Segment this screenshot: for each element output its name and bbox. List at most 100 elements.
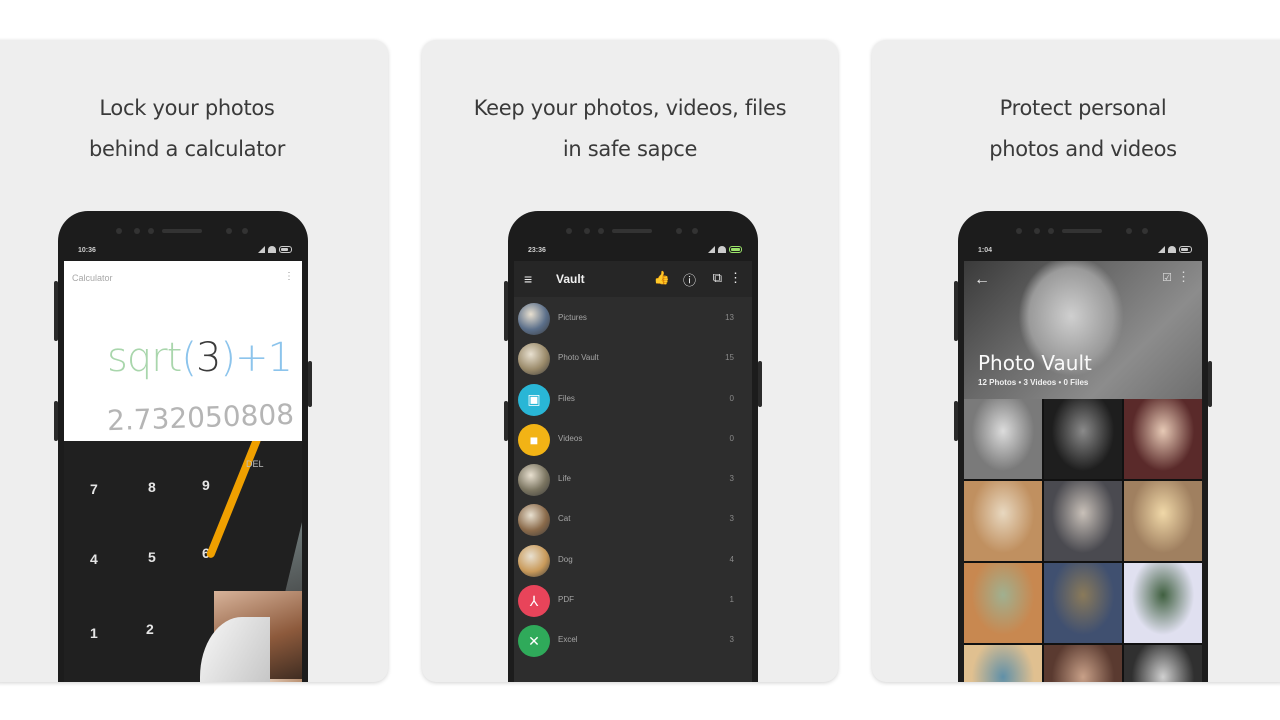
folder-count: 0 <box>729 393 734 403</box>
folder-row-life[interactable]: Life 3 <box>514 460 752 500</box>
status-bar: 23:36 <box>514 241 752 261</box>
status-time: 23:36 <box>528 247 546 254</box>
key-4[interactable]: 4 <box>90 551 98 567</box>
calculator-screen: 7 8 9 4 5 6 1 2 DEL Calculator ⋮ sqrt(3)… <box>64 261 302 682</box>
phone-earpiece <box>958 227 1208 235</box>
key-1[interactable]: 1 <box>90 625 98 641</box>
phone-side-button <box>954 281 958 341</box>
status-bar: 10:36 <box>64 241 302 261</box>
folder-row-files[interactable]: ▣ Files 0 <box>514 380 752 420</box>
caption-line-2: photos and videos <box>989 137 1177 161</box>
photo-thumbnail[interactable] <box>1124 399 1202 479</box>
phone-earpiece <box>508 227 758 235</box>
folder-row-pdf[interactable]: ⅄ PDF 1 <box>514 581 752 621</box>
folder-count: 3 <box>729 474 734 484</box>
album-cover: ← ☑ ⋮ Photo Vault 12 Photos • 3 Videos •… <box>964 261 1202 399</box>
photo-thumbnail[interactable] <box>964 399 1042 479</box>
key-8[interactable]: 8 <box>148 479 156 495</box>
delete-key[interactable]: DEL <box>246 459 264 469</box>
feature-card-calculator: Lock your photos behind a calculator 10:… <box>0 40 388 682</box>
folder-label: Pictures <box>558 313 587 322</box>
folder-label: PDF <box>558 595 574 605</box>
card-caption: Lock your photos behind a calculator <box>0 88 388 170</box>
caption-line-2: in safe sapce <box>562 137 698 161</box>
caption-line-1: Protect personal <box>999 96 1167 120</box>
photo-thumbnail[interactable] <box>1124 645 1202 682</box>
phone-side-button <box>954 401 958 441</box>
folder-label: Dog <box>558 554 573 564</box>
app-toolbar: ≡ Vault 👍 ⓘ ⧉ ⋮ <box>514 261 752 297</box>
photo-thumbnail[interactable] <box>1044 563 1122 643</box>
expr-paren: ( <box>181 335 197 381</box>
card-caption: Protect personal photos and videos <box>872 88 1280 170</box>
photo-thumbnail[interactable] <box>1044 645 1122 682</box>
phone-side-button <box>504 401 508 441</box>
overflow-menu-icon[interactable]: ⋮ <box>729 270 742 286</box>
video-icon: ■ <box>518 423 550 456</box>
status-bar: 1:04 <box>964 241 1202 261</box>
signal-icon <box>708 246 715 253</box>
thumbs-up-icon[interactable]: 👍 <box>654 270 670 286</box>
folder-count: 1 <box>729 595 734 605</box>
key-7[interactable]: 7 <box>90 481 98 497</box>
folder-count: 13 <box>725 313 734 322</box>
album-screen: ← ☑ ⋮ Photo Vault 12 Photos • 3 Videos •… <box>964 261 1202 682</box>
folder-count: 4 <box>729 554 734 564</box>
photo-thumbnail[interactable] <box>1124 563 1202 643</box>
hamburger-menu-icon[interactable]: ≡ <box>524 271 532 287</box>
expr-function: sqrt <box>107 335 182 381</box>
folder-list: Pictures 13 Photo Vault 15 ▣ Files 0 ■ Videos 0 Li… <box>514 299 752 662</box>
feature-card-photo-vault: Protect personal photos and videos 1:04 … <box>872 40 1280 682</box>
phone-side-button <box>54 401 58 441</box>
edit-icon[interactable]: ☑ <box>1162 271 1172 284</box>
caption-line-1: Lock your photos <box>99 96 275 120</box>
overflow-menu-icon[interactable]: ⋮ <box>1177 269 1190 285</box>
signal-icon <box>258 246 265 253</box>
folder-label: Files <box>558 393 575 403</box>
key-2[interactable]: 2 <box>146 621 154 637</box>
folder-row-videos[interactable]: ■ Videos 0 <box>514 420 752 460</box>
album-title: Photo Vault <box>978 351 1092 375</box>
folder-row-excel[interactable]: ✕ Excel 3 <box>514 621 752 661</box>
photo-thumbnail[interactable] <box>1124 481 1202 561</box>
back-arrow-icon[interactable]: ← <box>974 271 990 289</box>
folder-row-pictures[interactable]: Pictures 13 <box>514 299 752 339</box>
wifi-icon <box>718 246 726 253</box>
expr-paren: ) <box>220 335 236 381</box>
folder-label: Cat <box>558 514 571 524</box>
photo-thumbnail[interactable] <box>1044 481 1122 561</box>
expr-operator: +1 <box>235 335 293 381</box>
phone-mockup: 23:36 ≡ Vault 👍 ⓘ ⧉ ⋮ Pictures 13 Photo Va… <box>504 211 762 682</box>
folder-row-dog[interactable]: Dog 4 <box>514 541 752 581</box>
folder-thumbnail <box>518 544 550 577</box>
key-9[interactable]: 9 <box>202 477 210 493</box>
expression-display: sqrt(3)+1 <box>107 335 293 381</box>
folder-thumbnail <box>518 303 550 335</box>
phone-side-button <box>308 361 312 407</box>
folder-row-photo-vault[interactable]: Photo Vault 15 <box>514 339 752 379</box>
key-5[interactable]: 5 <box>148 549 156 565</box>
phone-earpiece <box>58 227 308 235</box>
folder-icon: ▣ <box>518 383 550 416</box>
wifi-icon <box>268 246 276 253</box>
folder-count: 3 <box>729 635 734 645</box>
photo-thumbnail[interactable] <box>1044 399 1122 479</box>
import-icon[interactable]: ⧉ <box>713 270 722 286</box>
pdf-icon: ⅄ <box>518 585 550 618</box>
app-title: Calculator <box>72 273 113 283</box>
photo-thumbnail[interactable] <box>964 645 1042 682</box>
photo-grid <box>964 399 1202 682</box>
photo-thumbnail[interactable] <box>964 563 1042 643</box>
folder-row-cat[interactable]: Cat 3 <box>514 500 752 540</box>
battery-icon <box>729 246 742 253</box>
vault-screen: ≡ Vault 👍 ⓘ ⧉ ⋮ Pictures 13 Photo Vault 15 ▣… <box>514 261 752 682</box>
calculator-display: Calculator ⋮ sqrt(3)+1 2.732050808 <box>64 261 302 441</box>
overflow-menu-icon[interactable]: ⋮ <box>284 271 294 282</box>
app-title: Vault <box>556 272 585 286</box>
status-time: 10:36 <box>78 247 96 254</box>
folder-thumbnail <box>518 464 550 497</box>
folder-count: 0 <box>729 433 734 443</box>
info-icon[interactable]: ⓘ <box>683 270 696 289</box>
photo-thumbnail[interactable] <box>964 481 1042 561</box>
phone-side-button <box>504 281 508 341</box>
